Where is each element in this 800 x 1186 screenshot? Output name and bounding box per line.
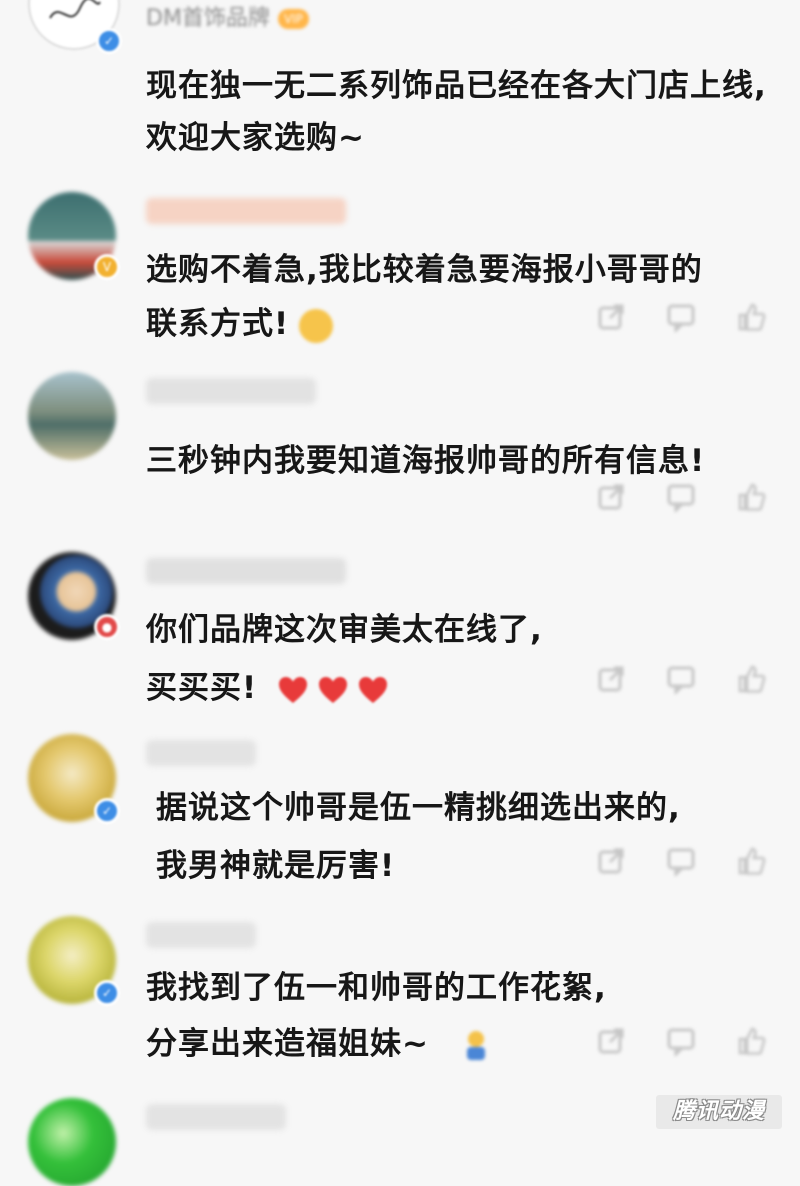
- comment-text: 现在独一无二系列饰品已经在各大门店上线,: [146, 68, 767, 104]
- thumbs-up-icon[interactable]: [736, 482, 766, 512]
- avatar[interactable]: [28, 372, 116, 460]
- dizzy-face-emoji-icon: [299, 308, 334, 343]
- comment-text: 联系方式!: [146, 298, 334, 343]
- username[interactable]: [146, 922, 256, 948]
- vip-badge: VIP: [277, 9, 309, 29]
- heart-icon: [318, 676, 347, 703]
- gold-v-badge-icon: V: [94, 254, 120, 280]
- thumbs-up-icon[interactable]: [736, 302, 766, 332]
- verified-badge-icon: ✓: [94, 980, 120, 1006]
- small-figure-emoji-icon: [466, 1030, 485, 1060]
- share-icon[interactable]: [596, 302, 626, 332]
- share-icon[interactable]: [596, 482, 626, 512]
- comment-text: 我男神就是厉害!: [156, 848, 396, 884]
- comment-feed: ✓ DM首饰品牌 VIP 现在独一无二系列饰品已经在各大门店上线, 欢迎大家选购~…: [0, 0, 800, 1186]
- action-bar: [596, 482, 776, 516]
- username[interactable]: DM首饰品牌 VIP: [146, 0, 309, 31]
- thumbs-up-icon[interactable]: [736, 664, 766, 694]
- comment-text: 你们品牌这次审美太在线了,: [146, 612, 543, 648]
- comment-icon[interactable]: [666, 482, 696, 514]
- heart-icon: [358, 676, 387, 703]
- comment-text: 分享出来造福姐妹~: [146, 1018, 491, 1063]
- avatar[interactable]: [28, 1098, 116, 1186]
- verified-badge-icon: ✓: [94, 798, 120, 824]
- comment-text: 我找到了伍一和帅哥的工作花絮,: [146, 970, 607, 1006]
- comment-text: 三秒钟内我要知道海报帅哥的所有信息!: [146, 443, 706, 479]
- share-icon[interactable]: [596, 664, 626, 694]
- watermark-logo: 腾讯动漫: [656, 1095, 782, 1129]
- comment-text: 欢迎大家选购~: [146, 120, 365, 156]
- share-icon[interactable]: [596, 1026, 626, 1056]
- username[interactable]: [146, 558, 346, 584]
- comment-icon[interactable]: [666, 302, 696, 334]
- thumbs-up-icon[interactable]: [736, 1026, 766, 1056]
- username[interactable]: [146, 378, 316, 404]
- red-badge-icon: ●: [94, 614, 120, 640]
- action-bar: [596, 1026, 776, 1060]
- verified-badge-icon: ✓: [96, 28, 122, 54]
- three-red-hearts-emoji: [269, 670, 389, 706]
- thumbs-up-icon[interactable]: [736, 846, 766, 876]
- action-bar: [596, 664, 776, 698]
- username[interactable]: [146, 198, 346, 224]
- comment-icon[interactable]: [666, 846, 696, 878]
- comment-icon[interactable]: [666, 664, 696, 696]
- action-bar: [596, 846, 776, 880]
- comment-icon[interactable]: [666, 1026, 696, 1058]
- comment-text: 买买买!: [146, 662, 389, 707]
- comment-text: 据说这个帅哥是伍一精挑细选出来的,: [156, 790, 681, 826]
- share-icon[interactable]: [596, 846, 626, 876]
- username[interactable]: [146, 1104, 286, 1130]
- comment-text: 选购不着急,我比较着急要海报小哥哥的: [146, 252, 703, 288]
- action-bar: [596, 302, 776, 336]
- heart-icon: [278, 676, 307, 703]
- username[interactable]: [146, 740, 256, 766]
